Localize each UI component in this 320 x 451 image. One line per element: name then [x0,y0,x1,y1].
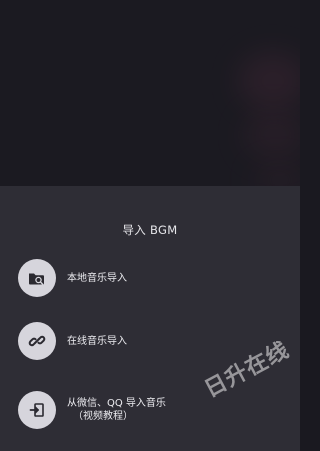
bokeh-light [238,52,300,110]
screen: 导入 BGM 本地音乐导入 在线音乐导入 从微信、QQ 导入音乐 （视频教程） … [0,0,300,451]
bokeh-light [255,165,300,186]
video-tutorial-link[interactable]: （视频教程） [67,410,166,423]
wechat-qq-import-option[interactable]: 从微信、QQ 导入音乐 （视频教程） [18,388,288,432]
option-label: 在线音乐导入 [67,335,127,347]
bokeh-light [244,112,300,158]
local-music-import-option[interactable]: 本地音乐导入 [18,256,288,300]
folder-search-icon [18,259,56,297]
video-preview-backdrop[interactable] [0,0,300,186]
option-label: 本地音乐导入 [67,272,127,284]
link-icon [18,322,56,360]
option-label: 从微信、QQ 导入音乐 [67,398,166,409]
sheet-title: 导入 BGM [122,223,178,237]
online-music-import-option[interactable]: 在线音乐导入 [18,319,288,363]
import-bgm-sheet: 导入 BGM 本地音乐导入 在线音乐导入 从微信、QQ 导入音乐 （视频教程） [0,186,300,451]
import-icon [18,391,56,429]
option-label-group: 从微信、QQ 导入音乐 （视频教程） [67,397,166,423]
